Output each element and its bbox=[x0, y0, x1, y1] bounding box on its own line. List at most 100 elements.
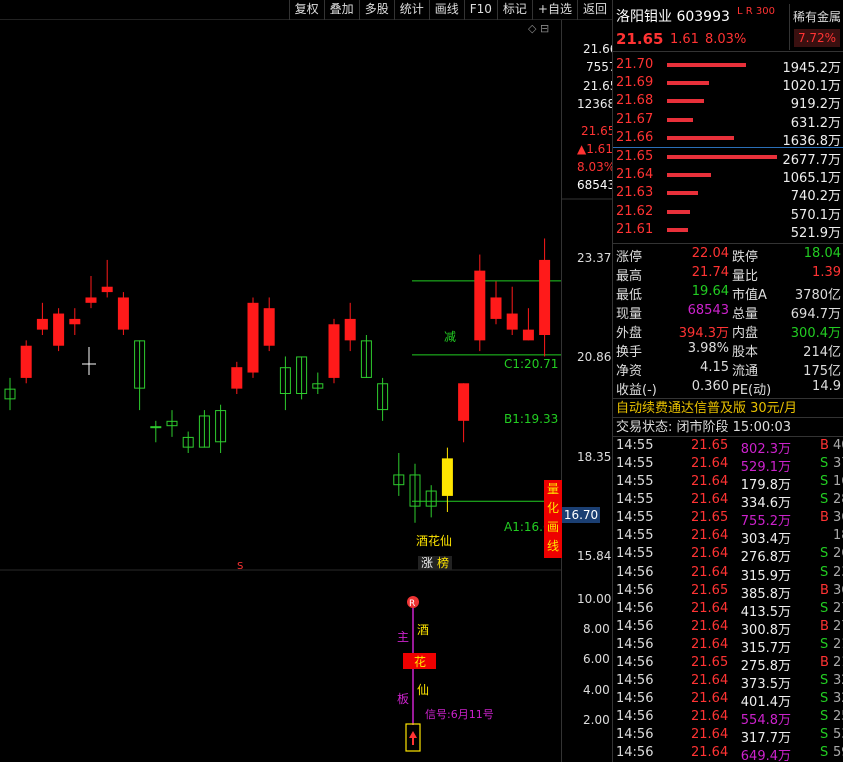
tick-price: 21.64 bbox=[691, 673, 729, 689]
stat-value: 300.4万 bbox=[790, 325, 841, 341]
axis-current-volume: 68543 bbox=[577, 178, 616, 192]
bid-row[interactable]: 21.61 521.9万 bbox=[613, 221, 843, 241]
tick-price: 21.64 bbox=[691, 636, 729, 652]
stat-label: 最低 bbox=[616, 287, 643, 303]
tick-time: 14:55 bbox=[616, 474, 654, 490]
tick-price: 21.65 bbox=[691, 655, 729, 670]
promo-banner[interactable]: 自动续费通达信普及版 30元/月 bbox=[613, 397, 843, 418]
bid-volume: 570.1万 bbox=[790, 207, 841, 223]
toolbar-button[interactable]: 画线 bbox=[428, 0, 464, 20]
candle-body bbox=[101, 286, 113, 293]
bid-row[interactable]: 21.63 740.2万 bbox=[613, 184, 843, 204]
bid-row[interactable]: 21.65 2677.7万 bbox=[613, 148, 843, 168]
quant-drawline-badge[interactable]: 量 化 画 线 bbox=[544, 480, 562, 558]
tick-count: 167 bbox=[833, 474, 843, 490]
s-marker: S bbox=[237, 561, 243, 572]
ask-volume: 919.2万 bbox=[790, 97, 841, 113]
ask-price: 21.68 bbox=[616, 93, 654, 109]
tick-row: 14:5521.65755.2万B365 bbox=[613, 509, 843, 529]
toolbar-button[interactable]: 返回 bbox=[576, 0, 612, 20]
tick-count: 278 bbox=[833, 618, 843, 634]
tick-time: 14:56 bbox=[616, 691, 654, 707]
tick-price: 21.64 bbox=[691, 600, 729, 616]
tick-row: 14:5521.64303.4万188 bbox=[613, 527, 843, 547]
toolbar-button[interactable]: 复权 bbox=[288, 0, 324, 20]
stock-title[interactable]: 洛阳钼业 603993 bbox=[616, 6, 730, 26]
tick-list[interactable]: 14:5521.65802.3万B40714:5521.64529.1万S371… bbox=[613, 437, 843, 762]
indicator-tick: 6.00 bbox=[583, 652, 610, 666]
toolbar-button[interactable]: 标记 bbox=[496, 0, 532, 20]
indicator-tick: 10.00 bbox=[577, 592, 612, 606]
tick-row: 14:5521.64276.8万S265 bbox=[613, 545, 843, 565]
candle-body bbox=[150, 426, 162, 429]
stat-value: 214亿 bbox=[803, 344, 841, 360]
ask-volume: 1636.8万 bbox=[782, 133, 842, 149]
axis-change-pct: 8.03% bbox=[577, 160, 616, 174]
toolbar-button[interactable]: 叠加 bbox=[323, 0, 359, 20]
ask-row[interactable]: 21.70 1945.2万 bbox=[613, 56, 843, 76]
tick-count: 239 bbox=[833, 564, 843, 580]
board-label: 榜 bbox=[437, 555, 449, 570]
bid-volume-bar bbox=[667, 209, 690, 214]
tick-count: 211 bbox=[833, 636, 843, 652]
tick-count: 188 bbox=[833, 528, 843, 544]
toolbar-button[interactable]: 多股 bbox=[358, 0, 394, 20]
reduce-label: 减 bbox=[444, 330, 456, 344]
candle-body bbox=[69, 318, 81, 325]
level-label-c1: C1:20.71 bbox=[504, 357, 558, 371]
bid-volume-bar bbox=[667, 227, 688, 232]
stat-row: 最低 19.64 市值A 3780亿 bbox=[613, 283, 843, 303]
bid-row[interactable]: 21.62 570.1万 bbox=[613, 203, 843, 223]
stat-value: 3.98% bbox=[687, 340, 729, 356]
tick-row: 14:5521.65802.3万B407 bbox=[613, 437, 843, 457]
stock-flags: L R 300 bbox=[737, 6, 775, 17]
tick-side: S bbox=[820, 455, 829, 471]
tick-side: S bbox=[820, 727, 829, 743]
tick-count: 365 bbox=[833, 510, 843, 526]
axis-tick-price: 23.37 bbox=[577, 251, 612, 265]
current-price-marker: 16.70 bbox=[562, 507, 600, 523]
tick-row: 14:5621.64413.5万S272 bbox=[613, 600, 843, 620]
tick-count: 324 bbox=[833, 691, 843, 707]
stat-value: 394.3万 bbox=[678, 325, 729, 341]
candle-body bbox=[441, 458, 453, 496]
toolbar-button[interactable]: F10 bbox=[463, 0, 497, 20]
stat-label: 跌停 bbox=[732, 249, 759, 265]
toolbar-button[interactable]: 统计 bbox=[393, 0, 429, 20]
tick-count: 371 bbox=[833, 455, 843, 471]
indicator-top-letter: R bbox=[409, 599, 415, 609]
tick-time: 14:55 bbox=[616, 510, 654, 526]
ask-row[interactable]: 21.66 1636.8万 bbox=[613, 129, 843, 149]
sector-box[interactable]: 稀有金属 7.72% bbox=[789, 4, 843, 50]
tick-time: 14:55 bbox=[616, 437, 654, 453]
quote-panel: 洛阳钼业 603993 L R 300 21.65 1.61 8.03% 稀有金… bbox=[612, 0, 843, 762]
tick-price: 21.64 bbox=[691, 745, 729, 761]
tick-count: 535 bbox=[833, 727, 843, 743]
candle-body bbox=[247, 302, 259, 373]
kline-chart[interactable]: 减C1:20.71B1:19.33A1:16.6酒花仙S 涨榜R主板酒仙花信号:6… bbox=[0, 20, 612, 762]
tick-price: 21.64 bbox=[691, 546, 729, 562]
toolbar-button[interactable]: +自选 bbox=[531, 0, 577, 20]
stat-value: 14.9 bbox=[812, 378, 841, 394]
tick-side: S bbox=[820, 546, 829, 562]
bid-volume-bar bbox=[667, 191, 698, 196]
tick-price: 21.64 bbox=[691, 709, 729, 725]
ask-row[interactable]: 21.68 919.2万 bbox=[613, 92, 843, 113]
candle-body bbox=[458, 383, 470, 421]
ask-row[interactable]: 21.67 631.2万 bbox=[613, 111, 843, 131]
ask-volume: 631.2万 bbox=[790, 115, 841, 131]
tick-time: 14:55 bbox=[616, 492, 654, 508]
chart-toolbar: 复权 叠加 多股 统计 画线 F10 标记 +自选 返回 bbox=[0, 0, 612, 20]
tick-time: 14:56 bbox=[616, 727, 654, 743]
indicator-hua: 花 bbox=[414, 654, 426, 669]
bid-volume-bar bbox=[667, 154, 777, 159]
stock-code: 603993 bbox=[676, 9, 730, 25]
axis-tick-price: 18.35 bbox=[577, 450, 612, 464]
tick-time: 14:56 bbox=[616, 745, 654, 761]
up-arrow-icon bbox=[409, 731, 417, 745]
ask-row[interactable]: 21.69 1020.1万 bbox=[613, 74, 843, 94]
stat-value: 22.04 bbox=[691, 245, 729, 261]
tick-side: S bbox=[820, 673, 829, 689]
candle-body bbox=[36, 318, 48, 330]
bid-row[interactable]: 21.64 1065.1万 bbox=[613, 166, 843, 186]
